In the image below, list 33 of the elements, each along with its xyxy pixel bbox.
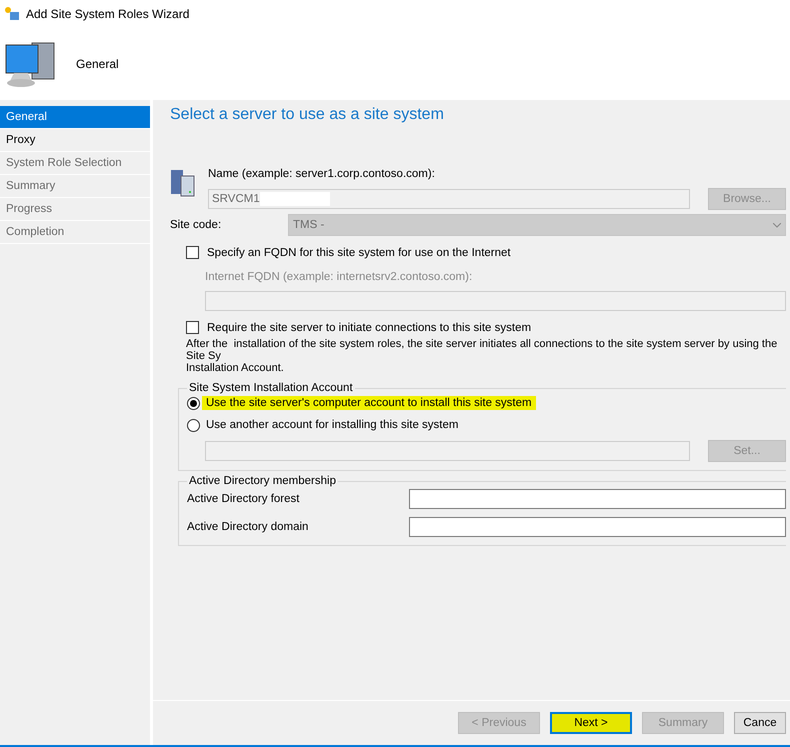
checkbox[interactable] [186, 321, 199, 334]
window-title: Add Site System Roles Wizard [26, 7, 190, 21]
fqdn-field[interactable] [205, 291, 786, 311]
wizard-button[interactable]: Cance [734, 712, 786, 734]
wizard-step[interactable]: Proxy [0, 129, 150, 152]
site-code-dropdown[interactable]: TMS - [288, 214, 786, 236]
name-field[interactable]: SRVCM1 [208, 189, 690, 209]
radio-label: Use the site server's computer account to install this site system [202, 396, 536, 410]
radio-label: Use another account for installing this site system [205, 418, 460, 432]
checkbox[interactable] [186, 246, 199, 259]
server-icon [170, 168, 196, 198]
page-title: General [76, 57, 119, 71]
checkbox-label: Specify an FQDN for this site system for use on the Internet [207, 246, 511, 258]
info-text: Installation Account. [186, 362, 285, 374]
text-field[interactable] [409, 517, 786, 537]
account-field[interactable] [205, 441, 690, 461]
page-heading: Select a server to use as a site system [170, 106, 445, 124]
checkbox-label: Require the site server to initiate connections to this site system [207, 322, 532, 334]
wizard-button[interactable]: Next > [550, 712, 632, 734]
wizard-step[interactable]: General [0, 106, 150, 129]
field-label: Internet FQDN (example: internetsrv2.contoso.com): [205, 271, 474, 283]
field-label: Site code: [170, 219, 222, 231]
group-title: Active Directory membership [188, 475, 337, 487]
text-field[interactable] [409, 489, 786, 509]
group-title: Site System Installation Account [188, 382, 354, 394]
chevron-down-icon [773, 222, 781, 228]
field-label: Active Directory domain [187, 521, 310, 533]
wizard-icon [4, 6, 20, 22]
info-text: After the installation of the site system roles, the site server initiates all connections to the site system server by using the Site Sy [186, 338, 778, 362]
field-label: Name (example: server1.corp.contoso.com): [208, 168, 436, 180]
field-label: Active Directory forest [187, 493, 300, 505]
radio-button[interactable] [187, 396, 200, 410]
radio-button[interactable] [187, 418, 200, 432]
